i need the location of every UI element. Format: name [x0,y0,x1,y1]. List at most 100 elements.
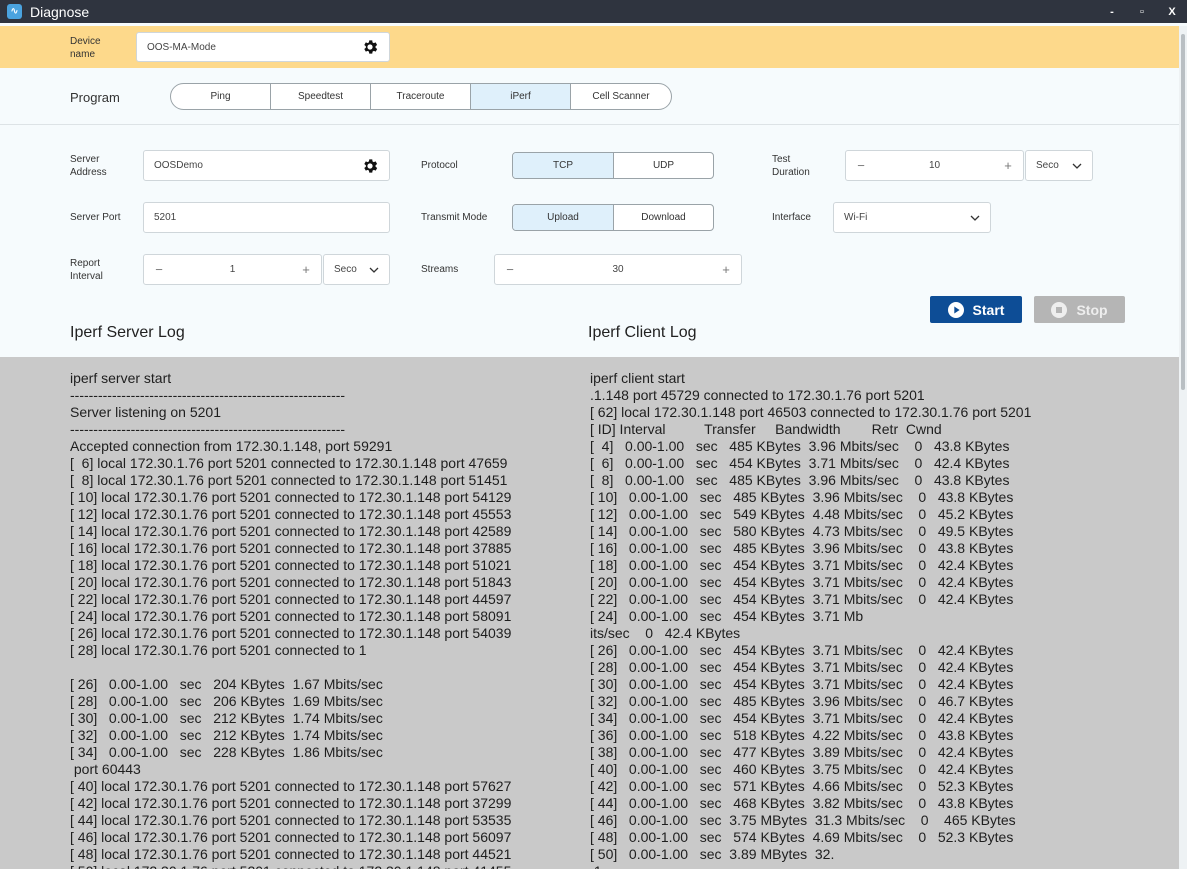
server-log-line: [ 30] 0.00-1.00 sec 212 KBytes 1.74 Mbit… [70,710,383,726]
server-address-field[interactable]: OOSDemo [143,150,390,181]
client-log-text: iperf client start .1.148 port 45729 conn… [590,370,1031,869]
server-log-line: ----------------------------------------… [70,387,346,403]
server-log-line: Server listening on 5201 [70,404,221,420]
gear-icon[interactable] [361,38,379,56]
client-log-line: iperf client start [590,370,685,386]
server-log-line [70,659,511,676]
client-log-line: [ 14] 0.00-1.00 sec 580 KBytes 4.73 Mbit… [590,523,1014,539]
server-log-line: [ 26] local 172.30.1.76 port 5201 connec… [70,625,512,641]
tab-ping[interactable]: Ping [171,84,271,109]
server-log-line: [ 24] local 172.30.1.76 port 5201 connec… [70,608,512,624]
program-label: Program [70,90,120,105]
server-log-line: [ 50] local 172.30.1.76 port 5201 connec… [70,863,511,869]
server-log-line: [ 20] local 172.30.1.76 port 5201 connec… [70,574,512,590]
transmit-download-option[interactable]: Download [613,205,713,230]
tab-traceroute[interactable]: Traceroute [371,84,471,109]
server-log-line: [ 10] local 172.30.1.76 port 5201 connec… [70,489,512,505]
client-log-line: [ 62] local 172.30.1.148 port 46503 conn… [590,404,1032,420]
play-circle-icon [947,301,964,318]
client-log-line: [ 4] 0.00-1.00 sec 485 KBytes 3.96 Mbits… [590,438,1010,454]
client-log-line: [ 46] 0.00-1.00 sec 3.75 MBytes 31.3 Mbi… [590,812,1016,828]
server-port-field[interactable]: 5201 [143,202,390,233]
report-interval-value[interactable]: 1 [174,264,291,275]
device-name-field[interactable]: OOS-MA-Mode [136,32,390,62]
protocol-label: Protocol [421,160,458,171]
client-log-line: [ 50] 0.00-1.00 sec 3.89 MBytes 32. [590,846,835,862]
decrement-button[interactable]: − [846,158,876,173]
server-address-value: OOSDemo [154,160,203,171]
server-log-line: [ 28] local 172.30.1.76 port 5201 connec… [70,642,367,658]
client-log-line: [ 40] 0.00-1.00 sec 460 KBytes 3.75 Mbit… [590,761,1014,777]
tab-speedtest[interactable]: Speedtest [271,84,371,109]
stop-label: Stop [1076,301,1108,318]
client-log-line: [ 16] 0.00-1.00 sec 485 KBytes 3.96 Mbit… [590,540,1014,556]
increment-button[interactable]: + [291,262,321,277]
program-tabs: Ping Speedtest Traceroute iPerf Cell Sca… [170,83,672,110]
test-duration-unit-value: Seco [1036,160,1059,171]
start-button[interactable]: Start [930,296,1022,323]
window-controls: - ▫ X [1097,0,1187,23]
transmit-upload-option[interactable]: Upload [513,205,613,230]
server-log-line: [ 32] 0.00-1.00 sec 212 KBytes 1.74 Mbit… [70,727,383,743]
close-button[interactable]: X [1157,0,1187,23]
increment-button[interactable]: + [993,158,1023,173]
increment-button[interactable]: + [711,262,741,277]
report-interval-stepper: − 1 + [143,254,322,285]
maximize-button[interactable]: ▫ [1127,0,1157,23]
client-log-line: [ 28] 0.00-1.00 sec 454 KBytes 3.71 Mbit… [590,659,1014,675]
report-interval-unit-select[interactable]: Seco [323,254,390,285]
server-log-line: [ 18] local 172.30.1.76 port 5201 connec… [70,557,512,573]
minimize-button[interactable]: - [1097,0,1127,23]
client-log-title: Iperf Client Log [588,324,697,341]
scrollbar-thumb[interactable] [1181,34,1185,390]
chevron-down-icon [1072,163,1082,169]
device-bar: Device name OOS-MA-Mode [0,26,1184,68]
server-log-line: [ 26] 0.00-1.00 sec 204 KBytes 1.67 Mbit… [70,676,383,692]
stop-button[interactable]: Stop [1034,296,1125,323]
streams-value[interactable]: 30 [525,264,711,275]
program-bar: Program Ping Speedtest Traceroute iPerf … [0,68,1184,125]
client-log-line: [ 12] 0.00-1.00 sec 549 KBytes 4.48 Mbit… [590,506,1014,522]
test-duration-label: Test Duration [772,154,810,178]
device-name-label: Device name [70,36,101,60]
client-log-line: [ 32] 0.00-1.00 sec 485 KBytes 3.96 Mbit… [590,693,1014,709]
tab-cell-scanner[interactable]: Cell Scanner [571,84,671,109]
client-log-line: [ 20] 0.00-1.00 sec 454 KBytes 3.71 Mbit… [590,574,1014,590]
client-log-line: [ 42] 0.00-1.00 sec 571 KBytes 4.66 Mbit… [590,778,1014,794]
client-log-line: [ 36] 0.00-1.00 sec 518 KBytes 4.22 Mbit… [590,727,1014,743]
server-log-title: Iperf Server Log [70,324,185,341]
report-interval-unit-value: Seco [334,264,357,275]
gear-icon[interactable] [361,157,379,175]
server-log-line: [ 34] 0.00-1.00 sec 228 KBytes 1.86 Mbit… [70,744,383,760]
client-log-line: [ 30] 0.00-1.00 sec 454 KBytes 3.71 Mbit… [590,676,1014,692]
protocol-toggle: TCP UDP [512,152,714,179]
client-log-line: [ 10] 0.00-1.00 sec 485 KBytes 3.96 Mbit… [590,489,1014,505]
decrement-button[interactable]: − [144,262,174,277]
client-log-line: [ 44] 0.00-1.00 sec 468 KBytes 3.82 Mbit… [590,795,1014,811]
server-port-label: Server Port [70,212,121,223]
streams-stepper: − 30 + [494,254,742,285]
server-port-value: 5201 [154,212,177,223]
server-log-line: ----------------------------------------… [70,421,346,437]
server-log-line: [ 46] local 172.30.1.76 port 5201 connec… [70,829,512,845]
client-log-line: [ 26] 0.00-1.00 sec 454 KBytes 3.71 Mbit… [590,642,1014,658]
server-log-line: [ 40] local 172.30.1.76 port 5201 connec… [70,778,512,794]
test-duration-value[interactable]: 10 [876,160,993,171]
window-title: Diagnose [30,3,90,20]
protocol-udp-option[interactable]: UDP [613,153,713,178]
client-log-line: [ 8] 0.00-1.00 sec 485 KBytes 3.96 Mbits… [590,472,1010,488]
decrement-button[interactable]: − [495,262,525,277]
chevron-down-icon [970,215,980,221]
test-duration-stepper: − 10 + [845,150,1024,181]
protocol-tcp-option[interactable]: TCP [513,153,613,178]
interface-select[interactable]: Wi-Fi [833,202,991,233]
log-area: iperf server start ----------------------… [0,357,1179,869]
client-log-line: [ 48] 0.00-1.00 sec 574 KBytes 4.69 Mbit… [590,829,1014,845]
client-log-line: [ 24] 0.00-1.00 sec 454 KBytes 3.71 Mb [590,608,864,624]
server-log-line: [ 12] local 172.30.1.76 port 5201 connec… [70,506,512,522]
client-log-line: [ 6] 0.00-1.00 sec 454 KBytes 3.71 Mbits… [590,455,1010,471]
server-log-line: Accepted connection from 172.30.1.148, p… [70,438,393,454]
test-duration-unit-select[interactable]: Seco [1025,150,1093,181]
tab-iperf[interactable]: iPerf [471,84,571,109]
client-log-line: [ ID] Interval Transfer Bandwidth Retr C… [590,421,942,437]
